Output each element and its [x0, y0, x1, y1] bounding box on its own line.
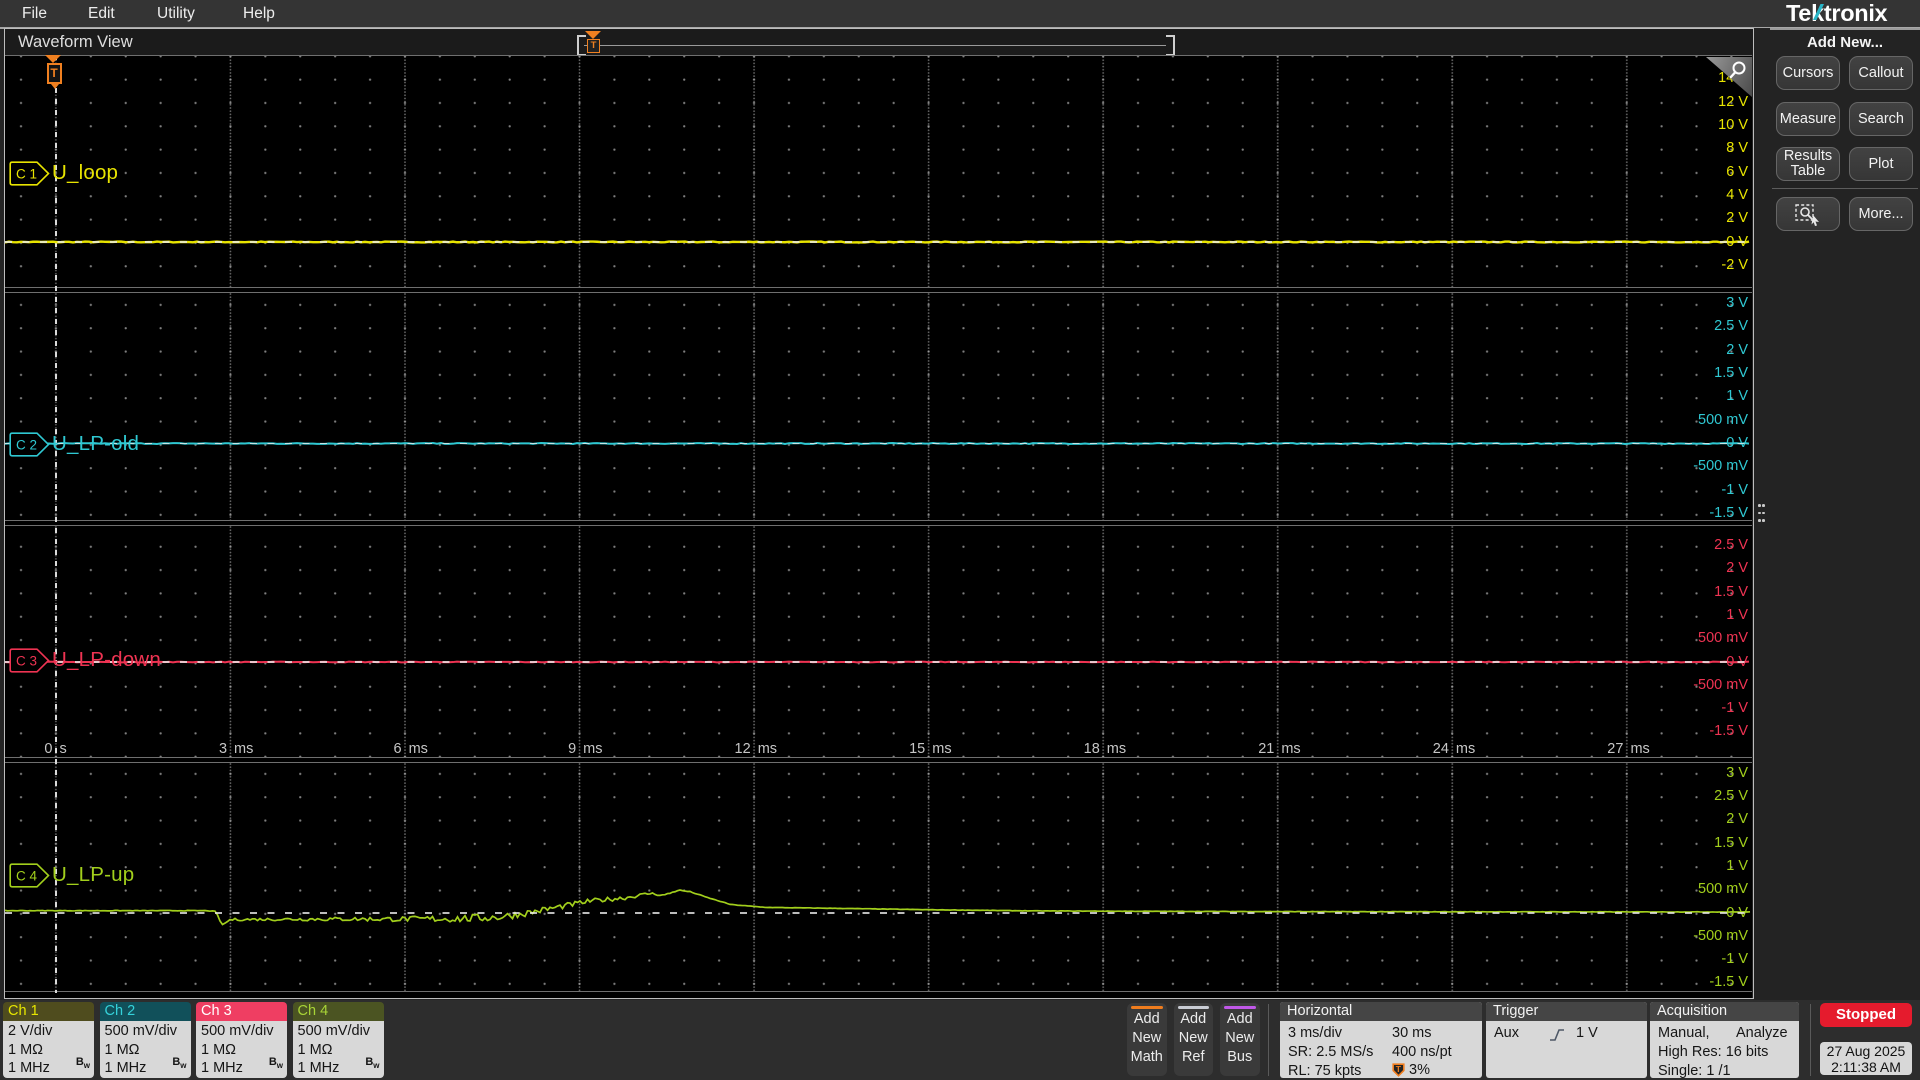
- add-new-math-button[interactable]: Add New Math: [1127, 1002, 1167, 1076]
- ch2-badge[interactable]: C 2: [8, 431, 52, 458]
- date-text: 27 Aug 2025: [1826, 1043, 1906, 1059]
- menu-utility[interactable]: Utility: [157, 0, 195, 27]
- menu-file[interactable]: File: [22, 0, 47, 27]
- ch1-card-body: 2 V/div 1 MΩ 1 MHz Bw: [3, 1021, 94, 1078]
- menu-help[interactable]: Help: [243, 0, 275, 27]
- callout-button[interactable]: Callout: [1849, 56, 1913, 90]
- ch4-card-body: 500 mV/div 1 MΩ 1 MHz Bw: [292, 1021, 384, 1078]
- bottom-divider-1: [1267, 1004, 1269, 1076]
- ch2-label[interactable]: U_LP-old: [52, 432, 139, 456]
- zoom-select-button[interactable]: [1776, 197, 1840, 231]
- oscilloscope-screen: File Edit Utility Help Tektronix Wavefor…: [0, 0, 1920, 1080]
- ch1-label[interactable]: U_loop: [52, 161, 118, 185]
- ch2-card-header: Ch 2: [99, 1002, 191, 1021]
- datetime-badge[interactable]: 27 Aug 2025 2:11:38 AM: [1820, 1042, 1912, 1075]
- ch3-badge[interactable]: C 3: [8, 647, 52, 674]
- svg-text:T: T: [1396, 1064, 1402, 1074]
- record-view-trigger-marker[interactable]: T: [587, 39, 600, 53]
- bottom-divider-2: [1810, 1004, 1811, 1076]
- search-button[interactable]: Search: [1849, 102, 1913, 136]
- trigger-top-marker[interactable]: T: [46, 63, 62, 84]
- run-status-badge[interactable]: Stopped: [1820, 1003, 1912, 1027]
- acquisition-header: Acquisition: [1650, 1002, 1799, 1021]
- ch3-card-header: Ch 3: [196, 1002, 287, 1021]
- horizontal-window: 30 ms: [1392, 1025, 1432, 1041]
- horizontal-sample-rate: SR: 2.5 MS/s: [1288, 1044, 1374, 1060]
- trigger-level: 1 V: [1576, 1025, 1598, 1041]
- svg-text:C 3: C 3: [16, 653, 37, 668]
- bottom-bar: Ch 1 2 V/div 1 MΩ 1 MHz Bw Ch 2 500 mV/div 1…: [0, 1000, 1920, 1080]
- record-view-trigger-arrow[interactable]: [585, 31, 601, 39]
- horizontal-header: Horizontal: [1280, 1002, 1482, 1021]
- ch1-settings-card[interactable]: Ch 1 2 V/div 1 MΩ 1 MHz Bw: [3, 1002, 94, 1078]
- ch1-bw-limit: Bw: [75, 1056, 90, 1071]
- trigger-top-arrow[interactable]: [42, 55, 64, 63]
- record-view-line: [584, 44, 1166, 47]
- acquisition-mode: Manual,: [1658, 1025, 1710, 1041]
- ch4-label[interactable]: U_LP-up: [52, 863, 134, 887]
- trigger-pos-icon: T: [1392, 1062, 1405, 1077]
- acquisition-detail: High Res: 16 bits: [1658, 1044, 1769, 1060]
- acquisition-single: Single: 1 /1: [1658, 1063, 1731, 1078]
- horizontal-trigger-pos: T 3%: [1392, 1062, 1430, 1078]
- acquisition-analyze: Analyze: [1736, 1025, 1788, 1041]
- svg-text:C 2: C 2: [16, 437, 37, 452]
- results-table-button[interactable]: Results Table: [1776, 147, 1840, 181]
- ch2-bw-limit: Bw: [172, 1056, 187, 1071]
- ch4-zero-line: [5, 912, 1752, 914]
- trigger-source: Aux: [1494, 1025, 1519, 1041]
- ch4-badge[interactable]: C 4: [8, 862, 52, 889]
- right-panel: Add New... Cursors Callout Measure Searc…: [1754, 28, 1920, 1000]
- ch3-card-body: 500 mV/div 1 MΩ 1 MHz Bw: [196, 1021, 287, 1078]
- time-text: 2:11:38 AM: [1831, 1059, 1901, 1075]
- svg-text:C 4: C 4: [16, 868, 38, 883]
- ch3-bw-limit: Bw: [268, 1056, 283, 1071]
- ch4-settings-card[interactable]: Ch 4 500 mV/div 1 MΩ 1 MHz Bw: [292, 1002, 384, 1078]
- menu-edit[interactable]: Edit: [88, 0, 115, 27]
- more-button[interactable]: More...: [1849, 197, 1913, 231]
- waveform-traces: [5, 240, 1751, 926]
- ch2-zero-line: [5, 442, 1752, 445]
- ch2-settings-card[interactable]: Ch 2 500 mV/div 1 MΩ 1 MHz Bw: [99, 1002, 191, 1078]
- trace-ch4: [5, 889, 1751, 926]
- horizontal-resolution: 400 ns/pt: [1392, 1044, 1452, 1060]
- add-new-header: Add New...: [1770, 28, 1920, 53]
- waveform-view-title: Waveform View: [18, 33, 133, 51]
- trigger-slope-icon: [1550, 1029, 1564, 1041]
- ch3-settings-card[interactable]: Ch 3 500 mV/div 1 MΩ 1 MHz Bw: [196, 1002, 287, 1078]
- add-new-ref-button[interactable]: Add New Ref: [1173, 1002, 1213, 1076]
- right-panel-divider: [1772, 188, 1918, 189]
- zoom-select-icon: [1795, 204, 1819, 226]
- trigger-header: Trigger: [1486, 1002, 1647, 1021]
- ch1-zero-line: [5, 241, 1752, 243]
- trigger-panel[interactable]: Trigger Aux 1 V: [1486, 1002, 1647, 1078]
- waveform-display[interactable]: 14 V12 V10 V8 V6 V4 V2 V0 V-2 V3 V2.5 V2…: [5, 55, 1752, 998]
- menu-bar: File Edit Utility Help: [0, 0, 1920, 27]
- measure-button[interactable]: Measure: [1776, 102, 1840, 136]
- ch1-card-header: Ch 1: [3, 1002, 94, 1021]
- ch4-bw-limit: Bw: [365, 1056, 380, 1071]
- brand-text: Tektronix: [1786, 0, 1888, 26]
- acquisition-panel[interactable]: Acquisition Manual, Analyze High Res: 16…: [1650, 1002, 1799, 1078]
- panel-drag-handle[interactable]: [1757, 502, 1766, 524]
- ch3-label[interactable]: U_LP-down: [52, 648, 161, 672]
- record-view-right-bracket: [1166, 35, 1175, 56]
- horizontal-panel[interactable]: Horizontal 3 ms/div 30 ms SR: 2.5 MS/s 4…: [1280, 1002, 1482, 1078]
- ch1-badge[interactable]: C 1: [8, 160, 52, 187]
- plot-button[interactable]: Plot: [1849, 147, 1913, 181]
- horizontal-scale: 3 ms/div: [1288, 1025, 1342, 1041]
- cursors-button[interactable]: Cursors: [1776, 56, 1840, 90]
- tektronix-logo: Tektronix: [1786, 0, 1920, 26]
- logo-k-slash: [1813, 4, 1824, 20]
- ch2-card-body: 500 mV/div 1 MΩ 1 MHz Bw: [99, 1021, 191, 1078]
- svg-text:C 1: C 1: [16, 166, 37, 181]
- trigger-top-marker-point: [50, 84, 59, 89]
- horizontal-record-length: RL: 75 kpts: [1288, 1063, 1362, 1078]
- waveform-view-titlebar[interactable]: Waveform View: [5, 29, 1753, 55]
- add-new-bus-button[interactable]: Add New Bus: [1220, 1002, 1260, 1076]
- ch4-card-header: Ch 4: [292, 1002, 384, 1021]
- ch3-zero-line: [5, 661, 1752, 663]
